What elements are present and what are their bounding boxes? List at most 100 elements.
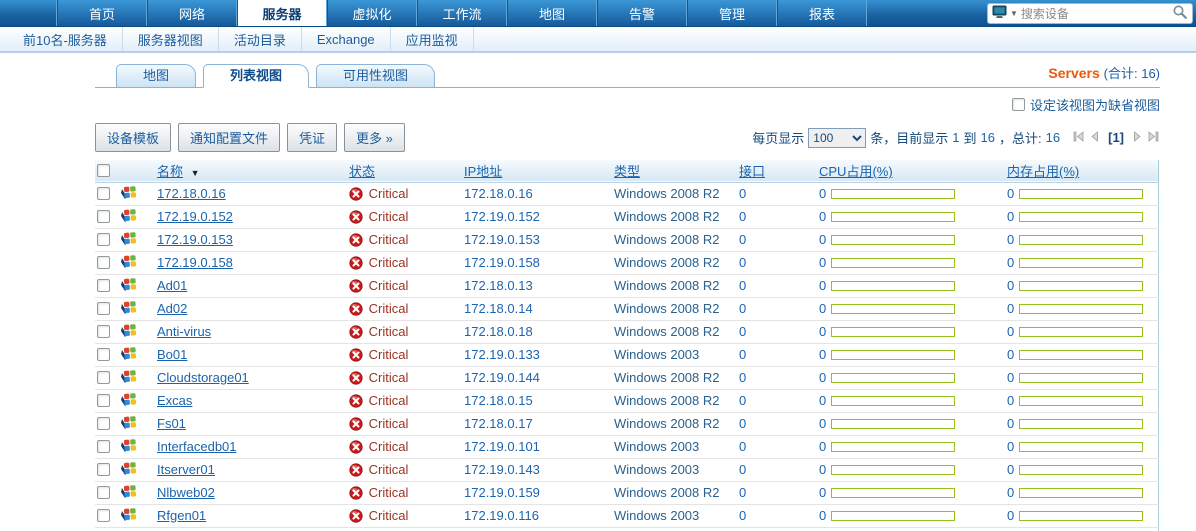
device-name-link[interactable]: Excas bbox=[157, 393, 192, 408]
row-checkbox[interactable] bbox=[97, 279, 110, 292]
cpu-column-header: CPU占用(%) bbox=[817, 160, 1005, 182]
device-name-link[interactable]: Ad02 bbox=[157, 301, 187, 316]
critical-status-icon bbox=[349, 278, 369, 293]
nav-item-virtualization[interactable]: 虚拟化 bbox=[327, 0, 417, 26]
sort-by-memory-link[interactable]: 内存占用(%) bbox=[1007, 164, 1079, 179]
nav-item-admin[interactable]: 管理 bbox=[687, 0, 777, 26]
nav-item-reports[interactable]: 报表 bbox=[777, 0, 867, 26]
more-button[interactable]: 更多 » bbox=[344, 123, 405, 152]
device-name-link[interactable]: 172.19.0.152 bbox=[157, 209, 233, 224]
row-checkbox[interactable] bbox=[97, 486, 110, 499]
cpu-usage-bar bbox=[831, 396, 955, 406]
subnav-item-app-monitor[interactable]: 应用监视 bbox=[391, 27, 474, 51]
cpu-usage-value: 0 bbox=[819, 278, 826, 293]
memory-usage-bar bbox=[1019, 304, 1143, 314]
row-checkbox[interactable] bbox=[97, 509, 110, 522]
device-row: Cloudstorage01 Critical 172.19.0.144 Wi bbox=[95, 366, 1158, 389]
top-nav-spacer bbox=[0, 0, 57, 26]
subnav-item-server-views[interactable]: 服务器视图 bbox=[123, 27, 219, 51]
row-checkbox[interactable] bbox=[97, 394, 110, 407]
device-name-link[interactable]: Fs01 bbox=[157, 416, 186, 431]
device-name-link[interactable]: Nlbweb02 bbox=[157, 485, 215, 500]
tab-availability-view[interactable]: 可用性视图 bbox=[316, 64, 435, 88]
select-all-checkbox[interactable] bbox=[97, 164, 110, 177]
critical-status-icon bbox=[349, 186, 369, 201]
device-ip: 172.18.0.13 bbox=[462, 274, 612, 297]
sort-by-interface-link[interactable]: 接口 bbox=[739, 164, 765, 179]
critical-status-icon bbox=[349, 255, 369, 270]
default-view-label: 设定该视图为缺省视图 bbox=[1030, 95, 1160, 114]
device-ip: 172.19.0.116 bbox=[462, 504, 612, 527]
device-name-link[interactable]: 172.19.0.158 bbox=[157, 255, 233, 270]
row-checkbox[interactable] bbox=[97, 417, 110, 430]
nav-item-alarms[interactable]: 告警 bbox=[597, 0, 687, 26]
device-name-link[interactable]: 172.19.0.153 bbox=[157, 232, 233, 247]
device-name-link[interactable]: Ad01 bbox=[157, 278, 187, 293]
sort-by-name-link[interactable]: 名称 bbox=[157, 164, 183, 179]
first-page-icon[interactable] bbox=[1072, 130, 1085, 146]
device-name-link[interactable]: Anti-virus bbox=[157, 324, 211, 339]
device-template-button[interactable]: 设备模板 bbox=[95, 123, 171, 152]
device-interface-count: 0 bbox=[737, 251, 817, 274]
toolbar: 设备模板 通知配置文件 凭证 更多 » 每页显示 100 条，目前显示 1 到 … bbox=[95, 123, 1160, 152]
status-text: Critical bbox=[369, 393, 409, 408]
device-row: Excas Critical 172.18.0.15 Windows 2008 bbox=[95, 389, 1158, 412]
credentials-button[interactable]: 凭证 bbox=[287, 123, 337, 152]
device-name-link[interactable]: 172.18.0.16 bbox=[157, 186, 226, 201]
device-row: 172.19.0.153 Critical 172.19.0.153 Wind bbox=[95, 228, 1158, 251]
search-input[interactable] bbox=[1021, 7, 1172, 21]
row-checkbox[interactable] bbox=[97, 463, 110, 476]
cpu-usage-value: 0 bbox=[819, 186, 826, 201]
row-checkbox[interactable] bbox=[97, 325, 110, 338]
device-interface-count: 0 bbox=[737, 205, 817, 228]
device-type: Windows 2008 R2 bbox=[612, 182, 737, 205]
sort-by-cpu-link[interactable]: CPU占用(%) bbox=[819, 164, 893, 179]
sort-by-status-link[interactable]: 状态 bbox=[349, 164, 375, 179]
row-checkbox[interactable] bbox=[97, 371, 110, 384]
prev-page-icon[interactable] bbox=[1088, 130, 1101, 146]
sort-by-type-link[interactable]: 类型 bbox=[614, 164, 640, 179]
device-name-link[interactable]: Bo01 bbox=[157, 347, 187, 362]
nav-item-servers[interactable]: 服务器 bbox=[237, 0, 327, 26]
row-checkbox[interactable] bbox=[97, 187, 110, 200]
row-checkbox[interactable] bbox=[97, 233, 110, 246]
row-checkbox[interactable] bbox=[97, 302, 110, 315]
subnav-item-top10-servers[interactable]: 前10名-服务器 bbox=[8, 27, 123, 51]
device-ip: 172.18.0.16 bbox=[462, 182, 612, 205]
row-checkbox[interactable] bbox=[97, 256, 110, 269]
device-type-icon[interactable] bbox=[992, 5, 1008, 22]
last-page-icon[interactable] bbox=[1147, 130, 1160, 146]
device-interface-count: 0 bbox=[737, 458, 817, 481]
tab-list-view[interactable]: 列表视图 bbox=[203, 64, 309, 88]
default-view-checkbox[interactable] bbox=[1012, 98, 1025, 111]
name-column-header: 名称 ▼ bbox=[155, 160, 347, 182]
tab-map-view[interactable]: 地图 bbox=[116, 64, 196, 88]
next-page-icon[interactable] bbox=[1131, 130, 1144, 146]
device-name-link[interactable]: Rfgen01 bbox=[157, 508, 206, 523]
row-checkbox[interactable] bbox=[97, 348, 110, 361]
row-checkbox[interactable] bbox=[97, 440, 110, 453]
nav-item-home[interactable]: 首页 bbox=[57, 0, 147, 26]
cpu-usage-bar bbox=[831, 189, 955, 199]
status-text: Critical bbox=[369, 186, 409, 201]
nav-item-workflow[interactable]: 工作流 bbox=[417, 0, 507, 26]
device-name-link[interactable]: Cloudstorage01 bbox=[157, 370, 249, 385]
search-scope-caret-icon[interactable]: ▼ bbox=[1010, 9, 1018, 18]
cpu-usage-value: 0 bbox=[819, 255, 826, 270]
search-icon[interactable] bbox=[1172, 4, 1188, 23]
device-row: Itserver01 Critical 172.19.0.143 Window bbox=[95, 458, 1158, 481]
device-name-link[interactable]: Interfacedb01 bbox=[157, 439, 237, 454]
subnav-item-active-directory[interactable]: 活动目录 bbox=[219, 27, 302, 51]
subnav-item-exchange[interactable]: Exchange bbox=[302, 27, 391, 51]
nav-item-network[interactable]: 网络 bbox=[147, 0, 237, 26]
sort-by-ip-link[interactable]: IP地址 bbox=[464, 164, 502, 179]
windows-icon bbox=[121, 280, 138, 295]
notification-profile-button[interactable]: 通知配置文件 bbox=[178, 123, 280, 152]
device-name-link[interactable]: Itserver01 bbox=[157, 462, 215, 477]
per-page-select[interactable]: 100 bbox=[808, 128, 866, 148]
device-row: Fs01 Critical 172.18.0.17 Windows 2008 bbox=[95, 412, 1158, 435]
device-search-box[interactable]: ▼ bbox=[987, 3, 1193, 24]
row-checkbox[interactable] bbox=[97, 210, 110, 223]
nav-item-maps[interactable]: 地图 bbox=[507, 0, 597, 26]
device-interface-count: 0 bbox=[737, 228, 817, 251]
